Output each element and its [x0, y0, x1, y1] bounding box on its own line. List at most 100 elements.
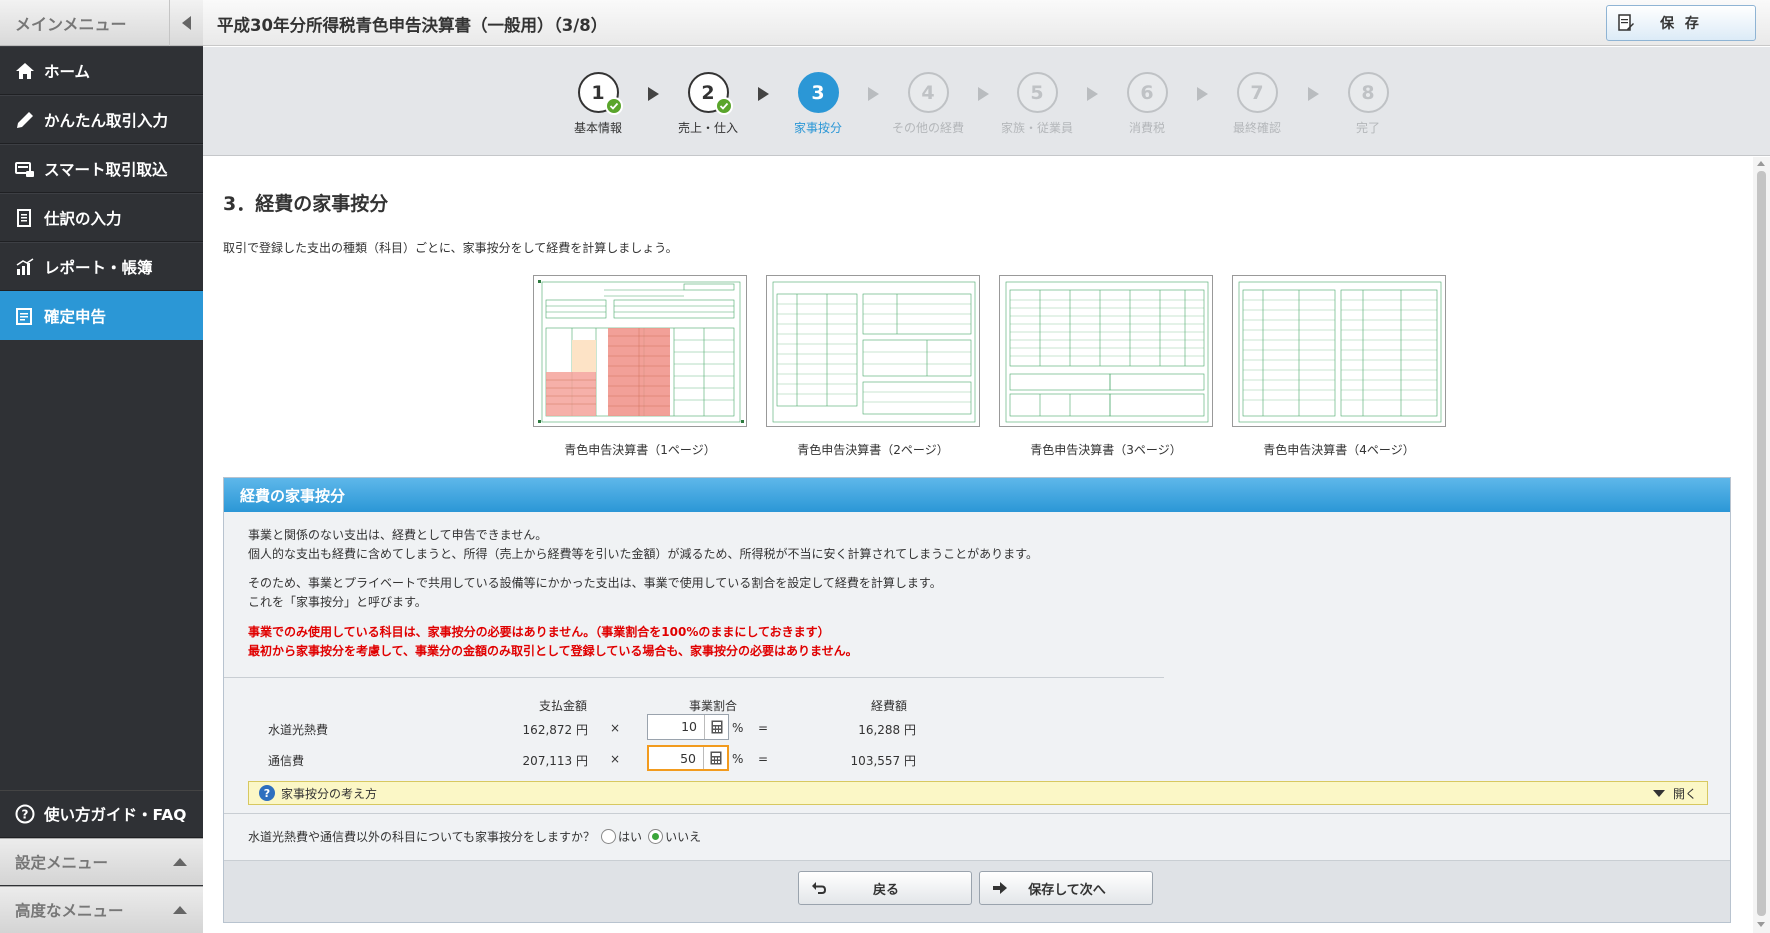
step-5: 5 家族・従業員 [992, 72, 1082, 136]
sidebar-header: メインメニュー [0, 0, 203, 46]
other-accounts-question: 水道光熱費や通信費以外の科目についても家事按分をしますか？ はい いいえ [248, 828, 701, 845]
sidebar-item-easy-entry[interactable]: かんたん取引入力 [0, 95, 203, 144]
step-2[interactable]: 2 売上・仕入 [663, 72, 753, 136]
ratio-input-communication[interactable]: 50 [647, 745, 729, 771]
step-arrow-icon [1307, 87, 1319, 101]
step-6: 6 消費税 [1102, 72, 1192, 136]
step-number: 7 [1236, 72, 1278, 113]
section-title: 3．経費の家事按分 [223, 193, 389, 215]
ratio-value[interactable]: 10 [648, 715, 704, 739]
step-label: 家族・従業員 [1000, 121, 1073, 135]
advanced-menu-toggle[interactable]: 高度なメニュー [0, 886, 203, 933]
vertical-scrollbar[interactable] [1753, 157, 1770, 933]
explanation-line: 事業と関係のない支出は、経費として申告できません。 [248, 528, 548, 542]
hint-label: 家事按分の考え方 [281, 786, 378, 801]
column-header-expense: 経費額 [871, 699, 908, 713]
form-thumbnail-page3[interactable] [999, 275, 1213, 427]
thumbnail-label: 青色申告決算書（4ページ） [1263, 443, 1415, 457]
multiply-sign: × [610, 721, 621, 735]
collapse-sidebar-button[interactable] [169, 0, 203, 46]
return-arrow-icon [812, 882, 826, 894]
scroll-up-icon[interactable] [1757, 161, 1765, 166]
help-circle-icon: ? [14, 804, 36, 824]
step-arrow-icon [1087, 87, 1098, 101]
step-label: 消費税 [1128, 121, 1165, 135]
row-amount-utilities: 162,872 円 [522, 723, 588, 737]
form-thumbnail-page4[interactable] [1232, 275, 1446, 427]
sidebar-item-journal[interactable]: 仕訳の入力 [0, 193, 203, 242]
percent-sign: % [732, 721, 744, 735]
explanation-line: これを「家事按分」と呼びます。 [248, 595, 427, 609]
journal-icon [14, 208, 36, 228]
warning-line: 最初から家事按分を考慮して、事業分の金額のみ取引として登録している場合も、家事按… [248, 644, 858, 658]
step-number: 3 [797, 72, 839, 113]
form-thumbnail-page2[interactable] [766, 275, 980, 427]
step-number: 4 [907, 72, 949, 113]
save-button[interactable]: 保 存 [1606, 5, 1756, 41]
guide-faq-link[interactable]: ? 使い方ガイド・FAQ [0, 790, 203, 838]
save-button-label: 保 存 [1660, 16, 1702, 32]
step-1[interactable]: 1 基本情報 [553, 72, 643, 136]
allocation-guide-toggle[interactable]: ? 家事按分の考え方 開く [248, 781, 1708, 805]
sidebar-item-smart-import[interactable]: スマート取引取込 [0, 144, 203, 193]
warning-note: 事業でのみ使用している科目は、家事按分の必要はありません。（事業割合を100%の… [248, 623, 858, 661]
calculator-button[interactable] [704, 715, 728, 739]
save-document-icon [1618, 14, 1634, 31]
form-thumbnail-page1[interactable] [533, 275, 747, 427]
hint-open-label: 開く [1672, 786, 1697, 801]
main-content: 3．経費の家事按分 取引で登録した支出の種類（科目）ごとに、家事按分をして経費を… [203, 157, 1753, 933]
form-page3-preview [1005, 281, 1209, 423]
radio-no[interactable] [648, 829, 664, 844]
header-bar: 平成30年分所得税青色申告決算書（一般用）（3/8） 保 存 [203, 0, 1770, 46]
step-label: 完了 [1355, 121, 1380, 135]
multiply-sign: × [610, 752, 621, 766]
radio-yes[interactable] [601, 829, 617, 844]
step-number: 6 [1126, 72, 1168, 113]
sidebar-item-label: ホーム [44, 62, 91, 81]
scroll-thumb[interactable] [1757, 171, 1766, 916]
scroll-down-icon[interactable] [1757, 922, 1765, 927]
sidebar-item-home[interactable]: ホーム [0, 46, 203, 95]
radio-yes-label[interactable]: はい [618, 828, 642, 845]
row-label-utilities: 水道光熱費 [268, 723, 329, 737]
step-label: その他の経費 [891, 121, 964, 135]
row-expense-utilities: 16,288 円 [858, 723, 916, 737]
sidebar-item-reports[interactable]: レポート・帳簿 [0, 242, 203, 291]
radio-no-label[interactable]: いいえ [665, 828, 701, 845]
thumbnail-label: 青色申告決算書（1ページ） [564, 443, 716, 457]
household-allocation-panel: 経費の家事按分 事業と関係のない支出は、経費として申告できません。 個人的な支出… [223, 477, 1731, 923]
section-description: 取引で登録した支出の種類（科目）ごとに、家事按分をして経費を計算しましょう。 [223, 241, 678, 255]
progress-steps: 1 基本情報 2 売上・仕入 3 家事按分 4 その他の経費 5 家族・従業員 6 消費税 7 最終確認 8… [203, 47, 1770, 156]
calculator-icon [711, 720, 722, 734]
form-page4-preview [1238, 281, 1442, 423]
ratio-value[interactable]: 50 [649, 747, 703, 769]
sidebar-title: メインメニュー [15, 14, 127, 34]
chevron-left-icon [182, 15, 191, 30]
navigation-button-area: 戻る 保存して次へ [224, 860, 1730, 922]
step-number: 5 [1016, 72, 1058, 113]
check-icon [714, 97, 733, 115]
back-button[interactable]: 戻る [798, 871, 972, 905]
chevron-down-icon [1652, 789, 1665, 797]
settings-menu-toggle[interactable]: 設定メニュー [0, 838, 203, 885]
home-icon [14, 61, 36, 81]
ratio-input-utilities[interactable]: 10 [647, 714, 729, 740]
explanation-line: 個人的な支出も経費に含めてしまうと、所得（売上から経費等を引いた金額）が減るため… [248, 547, 1038, 561]
import-card-icon [14, 159, 36, 179]
check-icon [604, 97, 623, 115]
arrow-right-icon [993, 882, 1007, 894]
explanation-paragraph-1: 事業と関係のない支出は、経費として申告できません。 個人的な支出も経費に含めてし… [248, 526, 1038, 564]
save-and-next-button[interactable]: 保存して次へ [979, 871, 1153, 905]
tax-return-icon [14, 306, 36, 326]
step-label: 基本情報 [573, 121, 622, 135]
question-icon: ? [259, 785, 275, 801]
panel-title: 経費の家事按分 [224, 478, 1730, 512]
calculator-button[interactable] [703, 747, 727, 769]
form-page1-preview [538, 280, 744, 423]
step-label: 売上・仕入 [677, 121, 738, 135]
save-and-next-label: 保存して次へ [1028, 882, 1106, 898]
sidebar-item-tax-return[interactable]: 確定申告 [0, 291, 203, 340]
step-4: 4 その他の経費 [883, 72, 973, 136]
sidebar-item-label: レポート・帳簿 [44, 258, 153, 277]
step-arrow-icon [1197, 87, 1208, 101]
